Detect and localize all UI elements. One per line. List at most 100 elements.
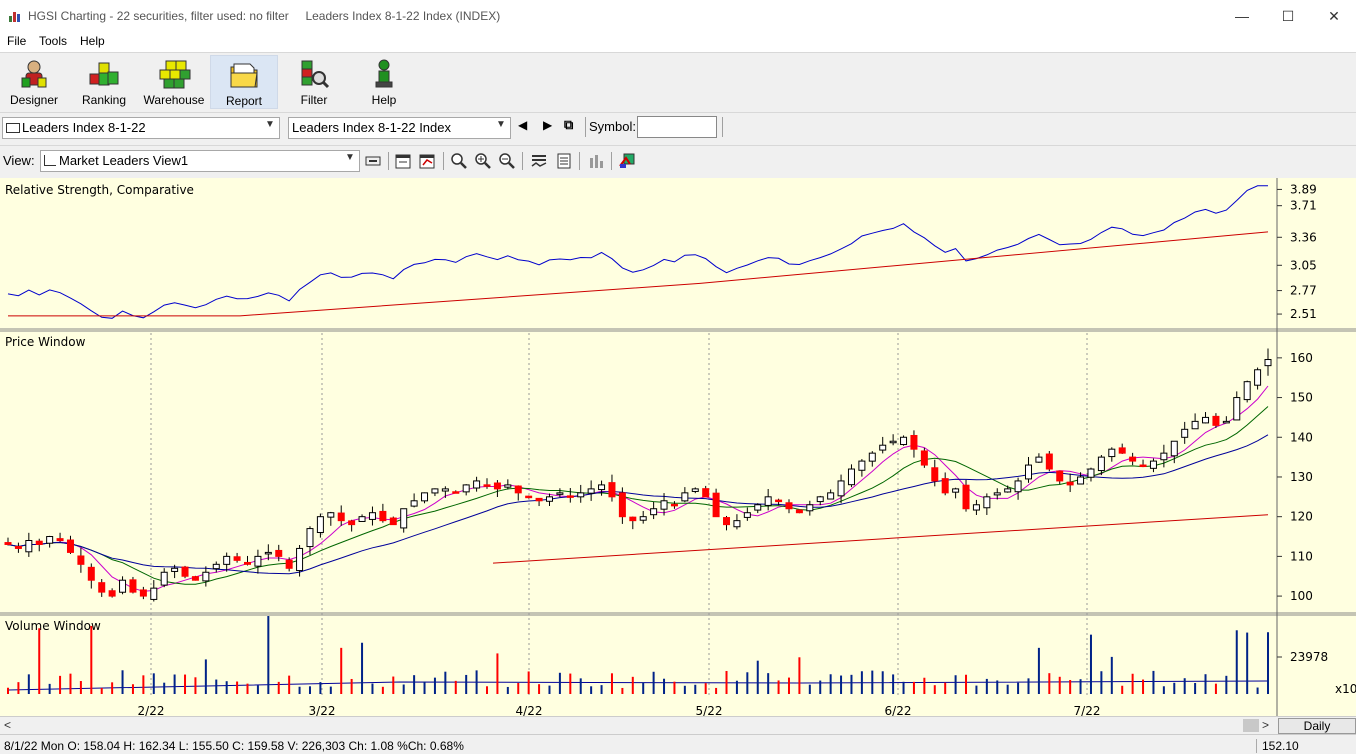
next-security-button[interactable]: ▶	[543, 118, 552, 132]
volume-bar	[1173, 682, 1176, 694]
volume-bar	[1131, 673, 1134, 694]
title-bar: HGSI Charting - 22 securities, filter us…	[0, 0, 1356, 32]
edit-window-icon[interactable]	[394, 152, 412, 170]
candle-body	[1108, 448, 1116, 458]
volume-bar	[79, 681, 82, 694]
candle-body	[35, 540, 43, 545]
zoom-in-icon[interactable]	[474, 152, 492, 170]
price-axis-label: 150	[1290, 391, 1313, 405]
volume-bar	[642, 682, 645, 694]
ranking-icon	[89, 62, 119, 86]
separator	[579, 152, 580, 170]
list-combo[interactable]: Leaders Index 8-1-22 ▼	[2, 117, 280, 139]
volume-bar	[1194, 682, 1197, 694]
menu-file[interactable]: File	[7, 34, 26, 48]
ranking-label: Ranking	[81, 93, 127, 107]
volume-bar	[7, 687, 9, 694]
candle-body	[348, 520, 356, 526]
volume-bar	[361, 642, 364, 694]
candle-body	[691, 488, 699, 492]
report-button[interactable]: Report	[210, 55, 278, 109]
candle-body	[316, 516, 324, 534]
candle-body	[993, 492, 1001, 496]
candle-body	[264, 551, 272, 555]
chart-scrollbar[interactable]: < > Daily	[0, 716, 1356, 734]
prev-security-button[interactable]: ◀	[518, 118, 527, 132]
volume-bar	[850, 674, 853, 694]
scroll-right-button[interactable]: >	[1262, 718, 1269, 732]
volume-bar	[1204, 674, 1207, 694]
candle-body	[858, 460, 866, 471]
candle-body	[723, 517, 731, 526]
color-scheme-icon[interactable]	[618, 152, 636, 170]
report-icon	[230, 63, 258, 88]
filter-button[interactable]: Filter	[280, 55, 348, 109]
candle-body	[1139, 464, 1147, 468]
candle-body	[650, 508, 658, 516]
candle-body	[160, 571, 168, 586]
volume-axis-label: 23978	[1290, 650, 1328, 664]
app-icon	[9, 12, 20, 22]
designer-icon	[21, 60, 47, 88]
candle-body	[754, 504, 762, 511]
ranking-button[interactable]: Ranking	[70, 55, 138, 109]
zoom-icon[interactable]	[450, 152, 468, 170]
candle-body	[337, 512, 345, 522]
candle-body	[254, 555, 262, 567]
x-axis-label: 6/22	[885, 704, 912, 716]
x-axis-label: 3/22	[309, 704, 336, 716]
close-button[interactable]: ✕	[1311, 0, 1356, 32]
symbol-input[interactable]	[637, 116, 717, 138]
volume-axis-multiplier: x10	[1335, 682, 1356, 696]
period-button[interactable]: Daily	[1278, 718, 1356, 734]
volume-bar	[1246, 632, 1249, 694]
candle-body	[421, 492, 429, 502]
indicator-list-icon[interactable]	[530, 152, 548, 170]
filter-label: Filter	[300, 93, 328, 107]
binoculars-icon[interactable]: ⧉	[564, 117, 573, 133]
chart-type-icon[interactable]	[587, 152, 605, 170]
view-combo[interactable]: Market Leaders View1 ▼	[40, 150, 360, 172]
candle-body	[879, 444, 887, 451]
warehouse-button[interactable]: Warehouse	[140, 55, 208, 109]
candle-body	[493, 482, 501, 490]
menu-help[interactable]: Help	[80, 34, 105, 48]
candle-body	[702, 488, 710, 498]
volume-bar	[1017, 682, 1020, 694]
chart-canvas[interactable]: Relative Strength, Comparative Price Win…	[0, 178, 1356, 716]
designer-button[interactable]: Designer	[0, 55, 68, 109]
candle-body	[87, 566, 95, 581]
candle-body	[972, 504, 980, 511]
maximize-button[interactable]: ☐	[1265, 0, 1311, 32]
volume-panel-title: Volume Window	[5, 619, 101, 633]
help-label: Help	[371, 93, 397, 107]
volume-bar	[371, 683, 374, 694]
x-axis-label: 5/22	[696, 704, 723, 716]
scroll-thumb[interactable]	[1243, 719, 1259, 732]
candle-body	[1097, 456, 1105, 472]
volume-bar	[569, 673, 572, 694]
chart-area[interactable]: Relative Strength, Comparative Price Win…	[0, 178, 1356, 716]
candle-body	[212, 563, 220, 570]
zoom-out-icon[interactable]	[498, 152, 516, 170]
edit-indicators-icon[interactable]	[418, 152, 436, 170]
view-settings-icon[interactable]	[364, 152, 382, 170]
help-button[interactable]: Help	[350, 55, 418, 109]
security-combo[interactable]: Leaders Index 8-1-22 Index ▼	[288, 117, 511, 139]
minimize-button[interactable]: —	[1219, 0, 1265, 32]
scroll-left-button[interactable]: <	[4, 718, 11, 732]
rs-panel-title: Relative Strength, Comparative	[5, 183, 194, 197]
candle-body	[764, 496, 772, 506]
volume-bar	[767, 673, 770, 694]
candle-body	[473, 480, 481, 489]
candle-body	[941, 478, 949, 494]
volume-bar	[965, 674, 968, 694]
candle-body	[1181, 428, 1189, 438]
view-bar: View: Market Leaders View1 ▼	[0, 145, 1356, 177]
volume-bar	[517, 682, 520, 694]
menu-tools[interactable]: Tools	[39, 34, 67, 48]
volume-bar	[819, 680, 822, 694]
candle-body	[1160, 452, 1168, 461]
data-table-icon[interactable]	[555, 152, 573, 170]
price-axis-label: 130	[1290, 470, 1313, 484]
